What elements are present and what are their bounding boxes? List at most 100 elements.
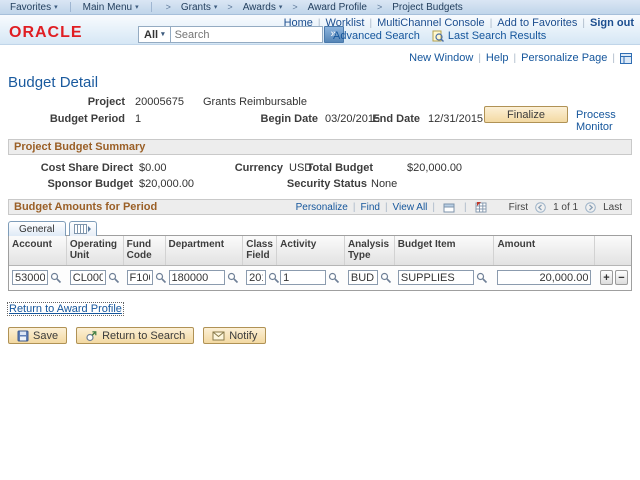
main-menu[interactable]: Main Menu <box>83 2 139 13</box>
analysis-type-input[interactable] <box>347 270 378 285</box>
chevron-right-icon: > <box>165 2 171 12</box>
chevron-right-icon: > <box>292 2 298 12</box>
tab-general[interactable]: General <box>8 221 66 236</box>
total-budget-label: Total Budget <box>306 162 373 174</box>
page-content: New Window Help Personalize Page Budget … <box>0 52 640 344</box>
budget-period-label: Budget Period <box>49 113 125 125</box>
search-bar: All » <box>138 26 344 43</box>
page-title: Budget Detail <box>8 74 99 91</box>
show-all-columns-icon[interactable] <box>68 221 97 236</box>
notify-label: Notify <box>229 329 258 342</box>
grid-tabs: General <box>8 219 632 236</box>
find-link[interactable]: Find <box>360 202 379 213</box>
personalize-page-link[interactable]: Personalize Page <box>521 52 607 64</box>
add-to-favorites-link[interactable]: Add to Favorites <box>497 17 577 29</box>
divider <box>577 17 590 29</box>
divider <box>485 17 498 29</box>
add-row-button[interactable] <box>599 270 613 285</box>
account-input[interactable] <box>12 270 48 285</box>
class-field-input[interactable] <box>246 270 267 285</box>
column-header-amount: Amount <box>494 236 596 265</box>
budget-item-input[interactable] <box>397 270 474 285</box>
begin-date-label: Begin Date <box>260 113 318 125</box>
operating-unit-input[interactable] <box>69 270 106 285</box>
personalize-layout-icon[interactable] <box>620 52 632 64</box>
finalize-button[interactable]: Finalize <box>484 106 568 123</box>
last-search-results-link[interactable]: Last Search Results <box>448 30 546 42</box>
account-lookup-icon[interactable] <box>50 272 62 284</box>
return-to-search-button[interactable]: Return to Search <box>76 327 195 344</box>
delete-row-button[interactable] <box>614 270 628 285</box>
search-input[interactable] <box>170 26 323 43</box>
notify-icon <box>212 330 225 341</box>
column-header-class-field: Class Field <box>243 236 278 265</box>
return-to-award-profile-link[interactable]: Return to Award Profile <box>7 302 124 316</box>
divider <box>364 17 377 29</box>
advanced-search-link[interactable]: Advanced Search <box>333 30 420 42</box>
operating-unit-lookup-icon[interactable] <box>108 272 120 284</box>
section-title: Project Budget Summary <box>14 141 146 153</box>
cost-share-direct-value: $0.00 <box>139 162 167 174</box>
cost-share-direct-label: Cost Share Direct <box>40 162 133 174</box>
sign-out-link[interactable]: Sign out <box>590 17 634 29</box>
column-header-operating-unit: Operating Unit <box>67 236 124 265</box>
download-grid-icon[interactable] <box>475 201 488 213</box>
divider <box>473 52 486 64</box>
divider <box>509 52 522 64</box>
header-fields: Project 20005675 Grants Reimbursable Bud… <box>8 93 632 133</box>
column-header-department: Department <box>166 236 244 265</box>
end-date-label: End Date <box>372 113 420 125</box>
activity-input[interactable] <box>280 270 327 285</box>
view-all-link[interactable]: View All <box>393 202 428 213</box>
column-header-actions <box>595 236 631 265</box>
column-header-activity: Activity <box>277 236 345 265</box>
favorites-menu[interactable]: Favorites <box>10 2 58 13</box>
chevron-right-icon: > <box>227 2 233 12</box>
project-label: Project <box>87 96 125 108</box>
amount-input[interactable] <box>497 270 592 285</box>
last-label: Last <box>603 201 622 213</box>
help-link[interactable]: Help <box>486 52 509 64</box>
divider <box>427 202 440 213</box>
budget-item-lookup-icon[interactable] <box>476 272 488 284</box>
divider <box>380 202 393 213</box>
grid-pager: First 1 of 1 Last <box>505 202 626 213</box>
fund-code-input[interactable] <box>126 270 153 285</box>
divider <box>348 202 361 213</box>
budget-amounts-header: Budget Amounts for Period Personalize Fi… <box>8 199 632 215</box>
search-scope-dropdown[interactable]: All <box>138 26 171 43</box>
sponsor-budget-value: $20,000.00 <box>139 178 195 190</box>
budget-grid: Account Operating Unit Fund Code Departm… <box>8 235 632 291</box>
security-status-label: Security Status <box>286 178 367 190</box>
grid-toolbar: Personalize Find View All First 1 of 1 <box>296 201 626 213</box>
security-status-value: None <box>371 178 398 190</box>
divider <box>459 202 472 213</box>
page-links: New Window Help Personalize Page <box>8 52 632 64</box>
zoom-grid-icon[interactable] <box>443 202 456 213</box>
new-window-link[interactable]: New Window <box>409 52 473 64</box>
table-row <box>9 266 631 290</box>
department-input[interactable] <box>168 270 225 285</box>
budget-period-value: 1 <box>135 113 142 125</box>
previous-row-icon[interactable] <box>535 201 546 213</box>
department-lookup-icon[interactable] <box>227 272 239 284</box>
save-icon <box>17 330 29 342</box>
next-row-icon[interactable] <box>585 201 596 213</box>
project-value: 20005675 <box>135 96 184 108</box>
breadcrumb-award-profile[interactable]: Award Profile <box>308 2 367 13</box>
multichannel-console-link[interactable]: MultiChannel Console <box>377 17 485 29</box>
action-toolbar: Save Return to Search Notify <box>8 327 632 344</box>
column-header-analysis-type: Analysis Type <box>345 236 395 265</box>
project-budget-summary-header: Project Budget Summary <box>8 139 632 155</box>
breadcrumb-grants[interactable]: Grants <box>181 2 218 13</box>
personalize-link[interactable]: Personalize <box>296 202 348 213</box>
analysis-type-lookup-icon[interactable] <box>380 272 392 284</box>
breadcrumb-awards[interactable]: Awards <box>243 2 283 13</box>
last-search-results-icon <box>432 30 444 42</box>
save-button[interactable]: Save <box>8 327 68 344</box>
notify-button[interactable]: Notify <box>203 327 267 344</box>
section-title: Budget Amounts for Period <box>14 201 158 213</box>
process-monitor-link[interactable]: Process Monitor <box>576 109 632 133</box>
chevron-right-icon: > <box>376 2 383 12</box>
activity-lookup-icon[interactable] <box>328 272 340 284</box>
